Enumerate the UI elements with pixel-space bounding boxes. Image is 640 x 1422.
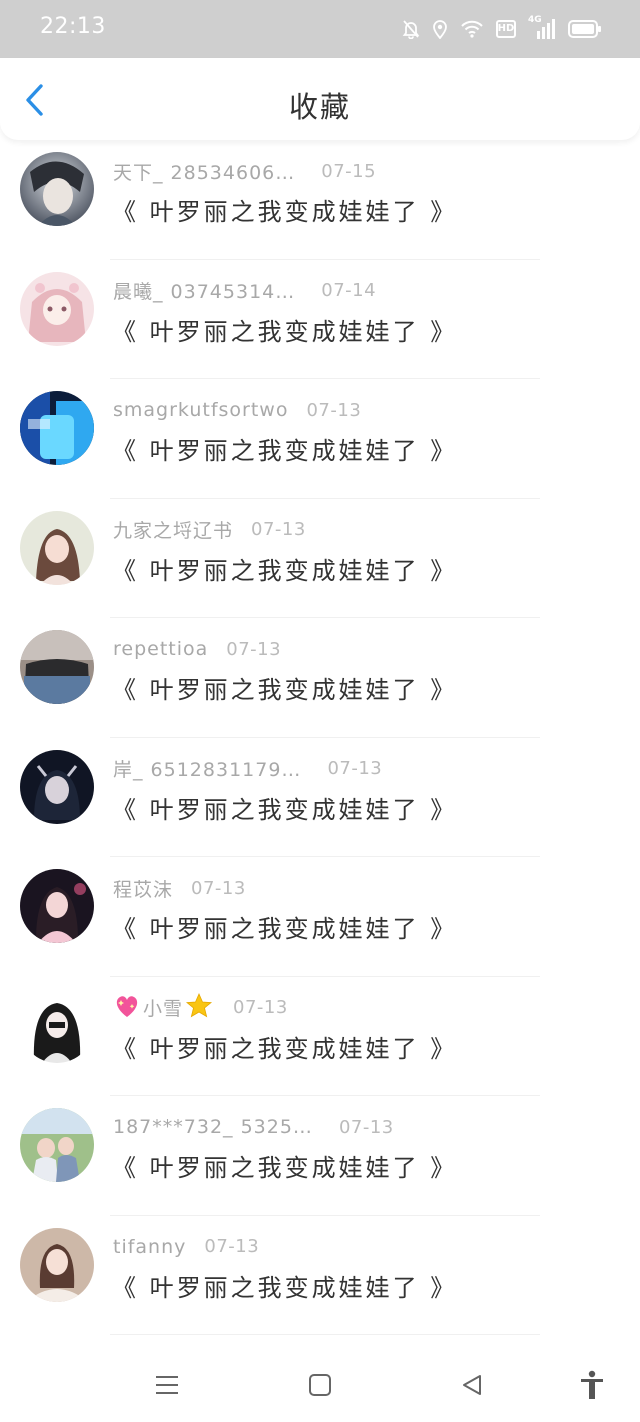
book-title[interactable]: 《 叶罗丽之我变成娃娃了 》	[112, 909, 457, 944]
item-meta: 小雪 07-13	[113, 992, 288, 1023]
home-button[interactable]	[300, 1368, 340, 1402]
accessibility-button[interactable]	[572, 1368, 612, 1402]
list-item[interactable]: repettioa 07-13 《 叶罗丽之我变成娃娃了 》	[0, 618, 640, 738]
avatar[interactable]	[20, 1108, 94, 1182]
date: 07-13	[251, 519, 306, 540]
divider	[110, 1334, 540, 1335]
book-title[interactable]: 《 叶罗丽之我变成娃娃了 》	[112, 670, 457, 705]
username[interactable]: 岸_ 6512831179…	[113, 755, 301, 782]
username[interactable]: 187***732_ 5325…	[113, 1116, 313, 1138]
date: 07-13	[327, 758, 383, 779]
system-nav-bar	[0, 1352, 640, 1422]
back-triangle-icon	[463, 1375, 481, 1395]
avatar[interactable]	[20, 749, 94, 824]
star-icon	[185, 992, 213, 1023]
avatar[interactable]	[20, 630, 94, 704]
item-meta: 晨曦_ 03745314… 07-14	[113, 278, 376, 304]
book-title[interactable]: 《 叶罗丽之我变成娃娃了 》	[112, 1148, 457, 1183]
date: 07-14	[321, 280, 377, 301]
mute-bell-icon	[402, 19, 420, 39]
item-meta: 187***732_ 5325… 07-13	[113, 1114, 394, 1140]
avatar[interactable]	[20, 988, 94, 1063]
favorites-list: 天下_ 28534606… 07-15 《 叶罗丽之我变成娃娃了 》 晨曦_ 0…	[0, 140, 640, 1335]
list-item[interactable]: 九家之埒辽书 07-13 《 叶罗丽之我变成娃娃了 》	[0, 499, 640, 618]
book-title[interactable]: 《 叶罗丽之我变成娃娃了 》	[112, 1268, 457, 1303]
item-meta: 天下_ 28534606… 07-15	[113, 158, 376, 184]
list-item[interactable]: 程苡沫 07-13 《 叶罗丽之我变成娃娃了 》	[0, 857, 640, 977]
item-meta: 九家之埒辽书 07-13	[113, 517, 306, 543]
username[interactable]: 程苡沫	[113, 875, 173, 902]
item-meta: smagrkutfsortwo 07-13	[113, 397, 361, 423]
avatar[interactable]	[20, 1227, 94, 1302]
home-square-icon	[309, 1374, 331, 1396]
book-title[interactable]: 《 叶罗丽之我变成娃娃了 》	[112, 192, 457, 227]
username[interactable]: 九家之埒辽书	[113, 516, 233, 543]
list-item[interactable]: smagrkutfsortwo 07-13 《 叶罗丽之我变成娃娃了 》	[0, 379, 640, 499]
list-item[interactable]: 岸_ 6512831179… 07-13 《 叶罗丽之我变成娃娃了 》	[0, 738, 640, 857]
menu-button[interactable]	[147, 1368, 187, 1402]
sparkling-heart-icon	[113, 993, 141, 1023]
book-title[interactable]: 《 叶罗丽之我变成娃娃了 》	[112, 1029, 457, 1064]
date: 07-15	[321, 160, 377, 182]
avatar[interactable]	[20, 152, 94, 226]
avatar[interactable]	[20, 510, 94, 585]
date: 07-13	[204, 1236, 260, 1257]
status-bar: 22:13 HD 4G	[0, 0, 640, 58]
date: 07-13	[233, 997, 288, 1018]
item-meta: 程苡沫 07-13	[113, 875, 246, 901]
list-item[interactable]: 187***732_ 5325… 07-13 《 叶罗丽之我变成娃娃了 》	[0, 1096, 640, 1216]
location-icon	[432, 19, 448, 39]
accessibility-icon	[581, 1370, 603, 1399]
username[interactable]: 小雪	[143, 994, 183, 1021]
status-time: 22:13	[40, 14, 106, 39]
list-item[interactable]: 小雪 07-13 《 叶罗丽之我变成娃娃了 》	[0, 977, 640, 1096]
date: 07-13	[226, 638, 282, 660]
wifi-icon	[460, 19, 484, 39]
username[interactable]: 晨曦_ 03745314…	[113, 277, 295, 304]
username[interactable]: tifanny	[113, 1236, 186, 1258]
date: 07-13	[191, 877, 246, 899]
item-meta: 岸_ 6512831179… 07-13	[113, 756, 382, 782]
header: 收藏	[0, 58, 640, 140]
list-item[interactable]: 天下_ 28534606… 07-15 《 叶罗丽之我变成娃娃了 》	[0, 140, 640, 260]
date: 07-13	[338, 1116, 394, 1138]
battery-icon	[568, 19, 602, 39]
username[interactable]: 天下_ 28534606…	[113, 158, 295, 185]
avatar[interactable]	[20, 271, 94, 346]
page-title: 收藏	[288, 90, 351, 124]
avatar[interactable]	[20, 869, 94, 943]
book-title[interactable]: 《 叶罗丽之我变成娃娃了 》	[112, 551, 457, 586]
status-icons: HD 4G	[402, 15, 602, 42]
list-item[interactable]: 晨曦_ 03745314… 07-14 《 叶罗丽之我变成娃娃了 》	[0, 260, 640, 379]
hd-icon: HD	[496, 20, 516, 38]
book-title[interactable]: 《 叶罗丽之我变成娃娃了 》	[112, 312, 457, 347]
list-item[interactable]: tifanny 07-13 《 叶罗丽之我变成娃娃了 》	[0, 1216, 640, 1335]
menu-icon	[156, 1376, 178, 1394]
avatar[interactable]	[20, 391, 94, 465]
book-title[interactable]: 《 叶罗丽之我变成娃娃了 》	[112, 790, 457, 825]
item-meta: tifanny 07-13	[113, 1234, 259, 1260]
back-nav-button[interactable]	[452, 1368, 492, 1402]
date: 07-13	[306, 399, 362, 421]
signal-icon: 4G	[528, 15, 556, 40]
username[interactable]: repettioa	[113, 638, 208, 660]
username[interactable]: smagrkutfsortwo	[113, 399, 288, 421]
item-meta: repettioa 07-13	[113, 636, 281, 662]
book-title[interactable]: 《 叶罗丽之我变成娃娃了 》	[112, 431, 457, 466]
